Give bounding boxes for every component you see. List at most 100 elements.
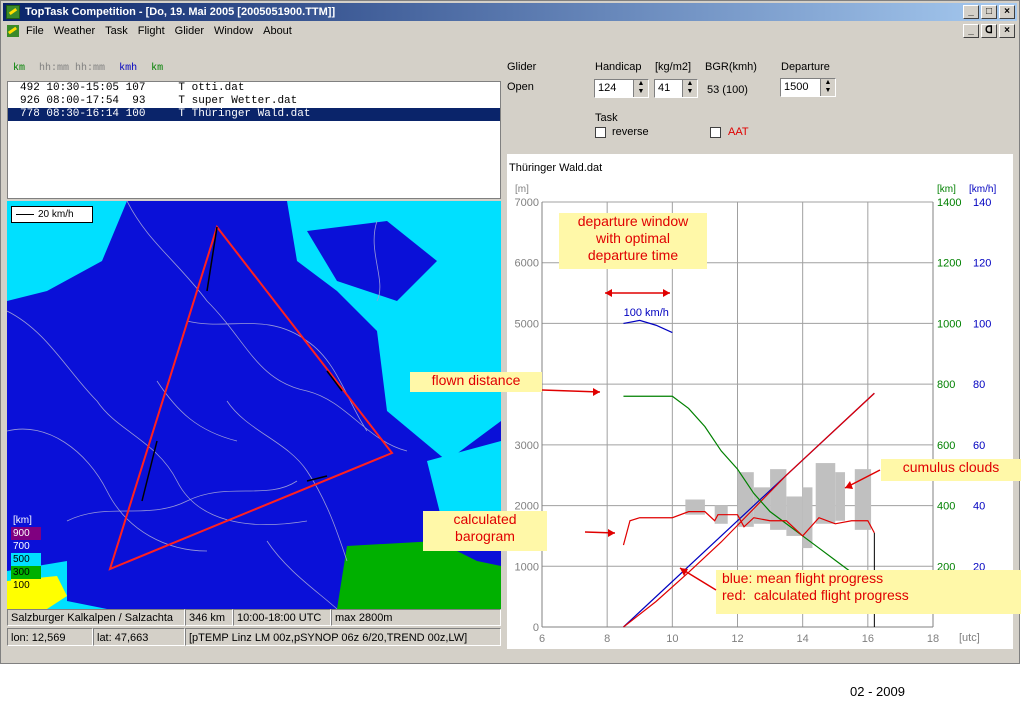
callout-progress-legend: blue: mean flight progress red: calculat… (716, 570, 1021, 614)
reverse-checkbox[interactable] (595, 127, 606, 138)
list-column-headers: km hh:mm hh:mm kmh km (13, 63, 171, 74)
doc-restore-button[interactable]: ᗡ (981, 24, 997, 38)
departure-spinner[interactable]: 1500 ▲ ▼ (780, 78, 836, 97)
list-item[interactable]: 492 10:30-15:05 107 T otti.dat (8, 82, 500, 95)
y-tick-label: 7000 (515, 197, 539, 209)
status-distance: 346 km (185, 609, 233, 626)
menu-task[interactable]: Task (100, 22, 133, 40)
legend-item: 500 (11, 553, 41, 566)
status-region-name: Salzburger Kalkalpen / Salzachta (7, 609, 185, 626)
doc-close-button[interactable]: × (999, 24, 1015, 38)
series-speed (623, 319, 673, 334)
x-tick-label: 6 (539, 633, 545, 645)
kmh-tick-label: 40 (973, 501, 985, 513)
km-tick-label: 800 (937, 379, 955, 391)
task-label: Task (595, 112, 618, 124)
legend-blue-text: blue: mean flight progress (722, 570, 884, 586)
x-tick-label: 8 (604, 633, 610, 645)
kmh-tick-label: 60 (973, 440, 985, 452)
status-weather-source: [pTEMP Linz LM 00z,pSYNOP 06z 6/20,TREND… (185, 628, 501, 646)
departure-value: 1500 (784, 81, 809, 93)
callout-departure: departure window with optimal departure … (559, 213, 707, 269)
status-time-window: 10:00-18:00 UTC (233, 609, 331, 626)
aat-label: AAT (728, 126, 749, 138)
legend-item: 100 (11, 579, 41, 592)
kmh-axis-label: [km/h] (969, 184, 996, 195)
menu-glider[interactable]: Glider (170, 22, 209, 40)
spinner-arrows-icon[interactable]: ▲ ▼ (633, 80, 648, 97)
document-icon[interactable] (7, 25, 19, 37)
col-km2: km (151, 63, 164, 74)
status-lat: lat: 47,663 (93, 628, 185, 646)
close-button[interactable]: × (999, 5, 1015, 19)
km-tick-label: 1000 (937, 318, 961, 330)
kmh-tick-label: 120 (973, 258, 991, 270)
legend-item: 300 (11, 566, 41, 579)
maximize-button[interactable]: □ (981, 5, 997, 19)
x-tick-label: 16 (862, 633, 874, 645)
handicap-value: 124 (598, 82, 617, 94)
km-tick-label: 400 (937, 501, 955, 513)
wingload-spinner[interactable]: 41 ▲ ▼ (654, 79, 698, 98)
km-tick-label: 600 (937, 440, 955, 452)
footer-date: 02 - 2009 (850, 684, 905, 699)
scale-label: 20 km/h (38, 209, 74, 220)
app-window: TopTask Competition - [Do, 19. Mai 2005 … (0, 0, 1020, 664)
y-tick-label: 0 (533, 622, 539, 634)
callout-flown: flown distance (410, 372, 542, 392)
col-km: km (13, 63, 26, 74)
callout-barogram-text: calculated barogram (453, 511, 517, 544)
task-list[interactable]: 492 10:30-15:05 107 T otti.dat 926 08:00… (7, 81, 501, 199)
wingload-value: 41 (658, 82, 671, 94)
menu-flight[interactable]: Flight (133, 22, 170, 40)
handicap-label: Handicap (595, 61, 642, 73)
kmh-tick-label: 80 (973, 379, 985, 391)
menu-window[interactable]: Window (209, 22, 258, 40)
departure-label: Departure (781, 61, 830, 73)
km-tick-label: 1200 (937, 258, 961, 270)
menu-weather[interactable]: Weather (49, 22, 100, 40)
status-lon: lon: 12,569 (7, 628, 93, 646)
x-axis-label: [utc] (959, 632, 980, 644)
app-icon[interactable] (6, 5, 20, 19)
cloud-bar (835, 472, 846, 521)
list-item-selected[interactable]: 778 08:30-16:14 100 T Thüringer Wald.dat (8, 108, 500, 121)
minimize-button[interactable]: _ (963, 5, 979, 19)
x-tick-label: 12 (731, 633, 743, 645)
map-scale: 20 km/h (11, 206, 93, 223)
menu-about[interactable]: About (258, 22, 297, 40)
status-bar-region: Salzburger Kalkalpen / Salzachta 346 km … (7, 609, 501, 626)
map-region-green (337, 541, 501, 609)
y-tick-label: 6000 (515, 258, 539, 270)
col-kmh: kmh (119, 63, 138, 74)
menu-file[interactable]: File (21, 22, 49, 40)
x-tick-label: 18 (927, 633, 939, 645)
spinner-arrows-icon[interactable]: ▲ ▼ (820, 79, 835, 96)
handicap-spinner[interactable]: 124 ▲ ▼ (594, 79, 649, 98)
wingload-label: [kg/m2] (655, 61, 692, 73)
x-tick-label: 10 (666, 633, 678, 645)
status-bar-position: lon: 12,569 lat: 47,663 [pTEMP Linz LM 0… (7, 628, 501, 646)
scale-line (16, 214, 34, 215)
legend-item: 900 (11, 527, 41, 540)
glider-label: Glider (507, 61, 537, 73)
legend-title: [km] (13, 515, 32, 526)
title-bar: TopTask Competition - [Do, 19. Mai 2005 … (3, 3, 1017, 21)
chart-title: Thüringer Wald.dat (509, 162, 602, 174)
list-item[interactable]: 926 08:00-17:54 93 T super Wetter.dat (8, 95, 500, 108)
y-tick-label: 3000 (515, 440, 539, 452)
window-title: TopTask Competition - [Do, 19. Mai 2005 … (25, 6, 336, 18)
aat-checkbox[interactable] (710, 127, 721, 138)
y-axis-label: [m] (515, 184, 529, 195)
callout-cumulus: cumulus clouds (881, 459, 1021, 481)
y-tick-label: 1000 (515, 561, 539, 573)
km-axis-label: [km] (937, 184, 956, 195)
spinner-arrows-icon[interactable]: ▲ ▼ (682, 80, 697, 97)
x-tick-label: 14 (797, 633, 809, 645)
status-max-altitude: max 2800m (331, 609, 501, 626)
kmh-tick-label: 140 (973, 197, 991, 209)
doc-minimize-button[interactable]: _ (963, 24, 979, 38)
glider-value: Open (507, 81, 534, 93)
y-tick-label: 5000 (515, 318, 539, 330)
km-tick-label: 1400 (937, 197, 961, 209)
